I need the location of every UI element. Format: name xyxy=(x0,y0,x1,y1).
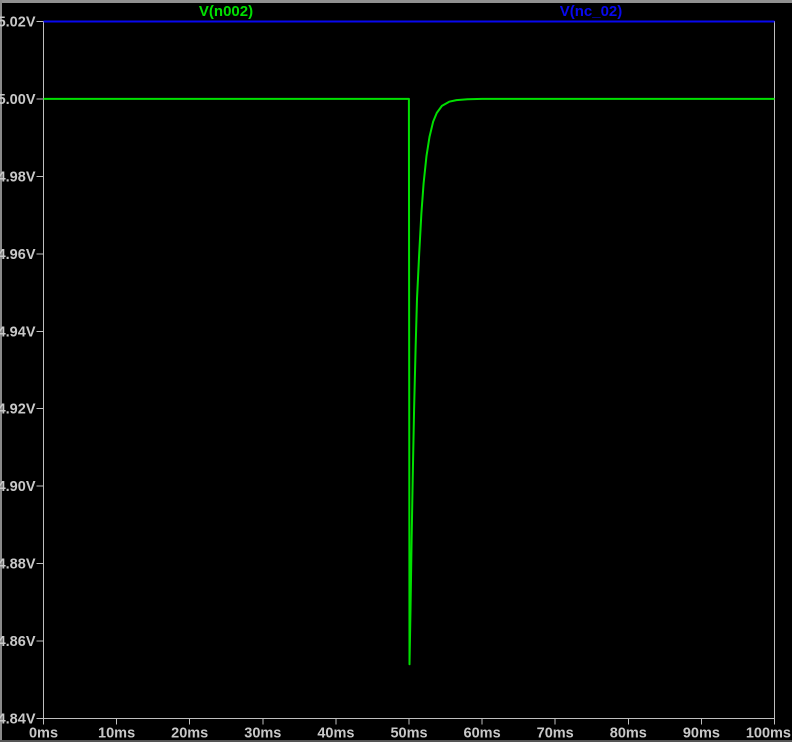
x-axis-tick-label: 80ms xyxy=(610,726,647,742)
y-axis-tick-label: 4.96V xyxy=(0,247,36,263)
y-axis-tick-label: 5.00V xyxy=(0,92,36,108)
y-axis-tick-label: 4.88V xyxy=(0,557,36,573)
x-axis-tick-label: 50ms xyxy=(390,726,427,742)
x-axis-tick-label: 30ms xyxy=(244,726,281,742)
x-axis-tick-label: 60ms xyxy=(464,726,501,742)
x-axis-tick-label: 90ms xyxy=(683,726,720,742)
x-axis-tick-label: 70ms xyxy=(537,726,574,742)
waveform-plot-area[interactable]: 5.02V 5.00V 4.98V 4.96V 4.94V 4.92V 4.90V 4.88V… xyxy=(0,0,792,742)
waveform-viewer-pane: V(n002) V(nc_02) 5.02V5.00V4.98V4.96V4.9… xyxy=(0,0,792,742)
y-axis-tick-label: 4.98V xyxy=(0,169,36,185)
x-axis-tick-label: 100ms xyxy=(746,726,791,742)
y-axis-tick-label: 5.02V xyxy=(0,15,36,31)
y-axis-tick-label: 4.94V xyxy=(0,324,36,340)
x-axis-tick-label: 40ms xyxy=(317,726,354,742)
y-axis-tick-label: 4.90V xyxy=(0,479,36,495)
trace-vn002[interactable] xyxy=(44,99,775,664)
y-axis-tick-label: 4.92V xyxy=(0,402,36,418)
x-axis-tick-label: 10ms xyxy=(98,726,135,742)
x-axis-tick-label: 20ms xyxy=(171,726,208,742)
x-axis-tick-label: 0ms xyxy=(29,726,58,742)
y-axis-tick-label: 4.86V xyxy=(0,634,36,650)
